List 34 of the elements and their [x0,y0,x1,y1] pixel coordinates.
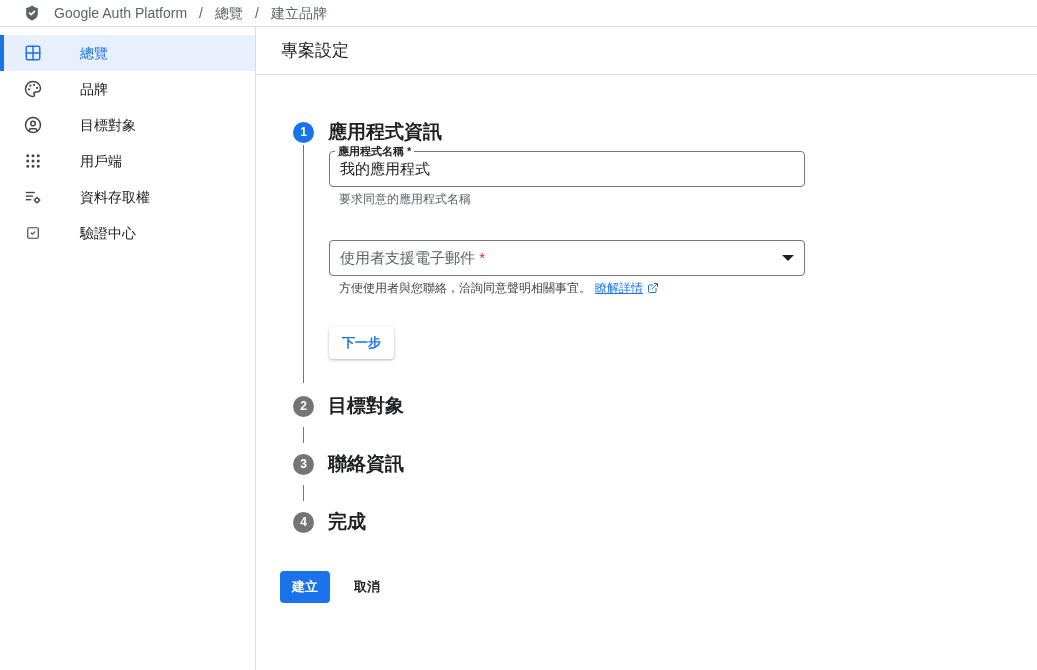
breadcrumb-separator: / [199,3,203,23]
sidebar-item[interactable]: 品牌 [0,71,255,107]
sidebar-item[interactable]: 驗證中心 [0,215,255,251]
dropdown-caret-icon [782,255,794,261]
create-button[interactable]: 建立 [280,571,330,603]
step-number: 2 [293,395,314,417]
support-email-dropdown[interactable]: 使用者支援電子郵件 * [329,240,805,276]
helper-text: 要求同意的應用程式名稱 [338,191,472,208]
learn-more-link[interactable]: 瞭解詳情 [595,279,643,297]
breadcrumb-separator: / [254,3,259,23]
step-title: 完成 [328,509,366,534]
grid-icon [24,44,42,62]
next-button[interactable]: 下一步 [329,327,394,359]
palette-icon [24,80,42,98]
sidebar-item[interactable]: 總覽 [0,35,255,71]
step-number: 3 [293,453,314,475]
helper-text: 方便使用者與您聯絡，洽詢同意聲明相關事宜。 [339,280,591,297]
breadcrumb-item[interactable]: 總覽 [214,2,243,24]
person-circle-icon [24,116,42,134]
step-title: 目標對象 [328,393,404,418]
product-name[interactable]: Google Auth Platform [54,2,188,24]
step-title: 聯絡資訊 [328,451,404,476]
sidebar-item[interactable]: 資料存取權 [0,179,255,215]
breadcrumb-item: 建立品牌 [270,3,327,23]
cancel-button[interactable]: 取消 [338,571,396,603]
step-number: 1 [293,121,314,143]
step-title: 應用程式資訊 [328,119,442,144]
checkbox-icon [26,226,40,240]
external-link-icon [647,282,659,294]
dots-grid-icon [24,152,42,170]
sidebar-item[interactable]: 目標對象 [0,107,255,143]
sidebar-item[interactable]: 用戶端 [0,143,255,179]
step-number: 4 [293,511,314,533]
page-title: 專案設定 [281,39,349,62]
